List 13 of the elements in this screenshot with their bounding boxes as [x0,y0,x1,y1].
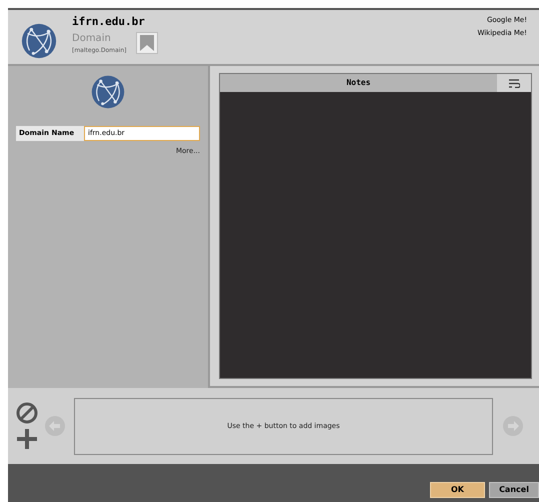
text-wrap-icon [508,78,520,88]
dialog-button[interactable]: Cancel [489,482,539,498]
globe-icon [20,22,58,60]
wrap-button[interactable] [497,74,531,92]
entity-type: Domain [72,32,112,46]
bookmark-icon [139,34,156,52]
bookmark-button[interactable] [136,32,158,54]
entity-title: ifrn.edu.br [72,14,146,30]
dialog-button[interactable]: OK [430,482,485,498]
notes-title: Notes [345,77,372,89]
add-icon[interactable] [16,428,38,450]
globe-icon [90,74,126,110]
prohibited-icon[interactable] [16,402,38,424]
